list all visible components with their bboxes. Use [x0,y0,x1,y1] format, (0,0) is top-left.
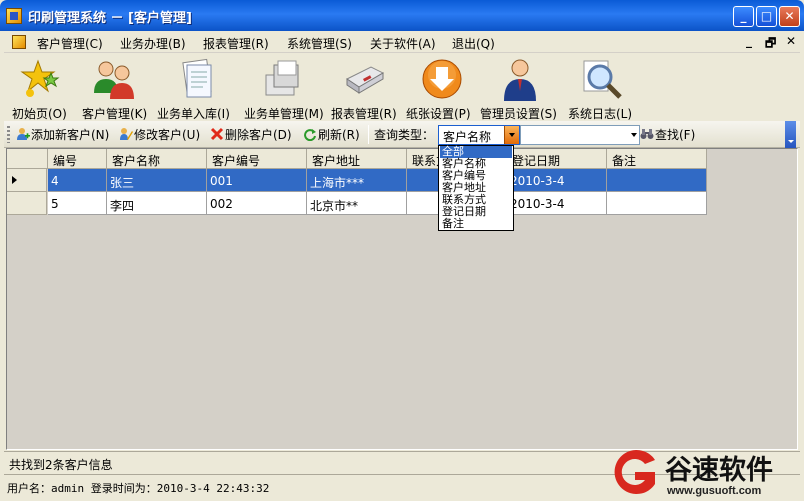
watermark-logo-icon [614,450,655,494]
table-cell[interactable]: 张三 [107,169,207,192]
watermark: 谷速软件 www.gusuoft.com [607,444,804,501]
window-title: 印刷管理系统 － [客户管理] [28,11,192,26]
current-row-icon [12,176,17,184]
binoculars-icon [640,129,654,139]
maximize-button[interactable]: □ [756,6,777,27]
row-header[interactable] [7,169,47,192]
chevron-down-icon[interactable] [504,126,519,144]
admin-icon [504,59,536,101]
column-header[interactable]: 登记日期 [507,149,607,169]
refresh-button[interactable]: 刷新(R) [303,126,360,143]
find-label: 查找(F) [655,128,696,142]
mdi-minimize-button[interactable]: _ [746,34,752,48]
printer-icon [346,66,385,94]
app-icon [6,8,22,24]
mdi-child-icon [12,35,26,49]
table-cell[interactable]: 001 [207,169,307,192]
table-cell[interactable]: 002 [207,192,307,215]
download-icon [422,59,462,99]
menu-bar: 客户管理(C) 业务办理(B) 报表管理(R) 系统管理(S) 关于软件(A) … [4,31,800,53]
table-cell[interactable] [607,169,707,192]
query-value-input[interactable] [520,125,640,145]
users-icon [94,61,134,99]
stars-icon [20,59,60,97]
watermark-text: 谷速软件 [665,455,773,486]
edit-customer-button[interactable]: 修改客户(U) [119,126,200,143]
menu-reports[interactable]: 报表管理(R) [203,35,269,52]
close-button[interactable]: ✕ [779,6,800,27]
watermark-url: www.gusuoft.com [667,485,762,497]
dropdown-option[interactable]: 备注 [440,218,512,230]
mdi-restore-button[interactable]: 🗗 [765,34,776,55]
minimize-button[interactable]: _ [733,6,754,27]
table-cell[interactable]: 5 [48,192,107,215]
order-entry-label: 业务单入库(I) [157,107,230,121]
toolbar-separator [368,125,369,144]
main-toolbar: 初始页(O) 客户管理(K) 业务单入库(I) 业务单管理(M) 报表管理(R)… [4,53,800,121]
system-log-label: 系统日志(L) [568,107,633,121]
query-value-dropdown-icon[interactable] [631,133,637,137]
edit-customer-label: 修改客户(U) [134,128,201,142]
title-bar: 印刷管理系统 － [客户管理] _ □ ✕ [0,0,804,31]
column-header[interactable]: 客户编号 [207,149,307,169]
delete-customer-label: 删除客户(D) [225,128,292,142]
documents-icon [182,58,212,98]
toolbar-overflow-button[interactable] [785,121,796,148]
menu-about[interactable]: 关于软件(A) [370,35,436,52]
menu-business[interactable]: 业务办理(B) [120,35,186,52]
refresh-label: 刷新(R) [318,128,360,142]
edit-icon [120,128,133,140]
customer-manage-label: 客户管理(K) [82,107,148,121]
column-header[interactable]: 客户名称 [107,149,207,169]
query-type-value: 客户名称 [443,130,492,144]
table-cell[interactable]: 2010-3-4 [507,169,607,192]
query-type-select[interactable]: 客户名称 [438,125,520,145]
row-header-corner [7,149,48,169]
toolbar-grip[interactable] [7,126,10,143]
table-cell[interactable] [607,192,707,215]
refresh-icon [304,129,316,141]
admin-settings-label: 管理员设置(S) [480,107,557,121]
paper-settings-label: 纸张设置(P) [406,107,471,121]
customer-table: 编号 客户名称 客户编号 客户地址 联系方式 登记日期 备注 4 张三 001 … [6,148,798,450]
column-header[interactable]: 编号 [48,149,107,169]
query-type-dropdown-list: 全部 客户名称 客户编号 客户地址 联系方式 登记日期 备注 [438,145,514,231]
report-manage-label: 报表管理(R) [331,107,397,121]
find-button[interactable]: 查找(F) [640,126,695,143]
menu-exit[interactable]: 退出(Q) [452,35,495,52]
menu-system[interactable]: 系统管理(S) [287,35,352,52]
table-cell[interactable]: 北京市** [307,192,407,215]
add-customer-button[interactable]: 添加新客户(N) [16,126,109,143]
order-manage-label: 业务单管理(M) [244,107,324,121]
magnifier-icon [583,60,622,99]
table-cell[interactable]: 上海市*** [307,169,407,192]
mdi-close-button[interactable]: ✕ [786,34,796,48]
column-header[interactable]: 客户地址 [307,149,407,169]
pages-icon [265,60,299,96]
home-label: 初始页(O) [12,107,67,121]
menu-customer[interactable]: 客户管理(C) [37,35,103,52]
add-user-icon [17,128,30,140]
row-header[interactable] [7,192,47,215]
query-type-label: 查询类型： [374,128,435,142]
result-count-text: 共找到2条客户信息 [9,458,113,472]
delete-icon [210,127,224,141]
table-cell[interactable]: 4 [48,169,107,192]
table-cell[interactable]: 李四 [107,192,207,215]
column-header[interactable]: 备注 [607,149,707,169]
user-info-text: 用户名：admin 登录时间为：2010-3-4 22:43:32 [7,482,270,495]
table-cell[interactable]: 2010-3-4 [507,192,607,215]
delete-customer-button[interactable]: 删除客户(D) [210,126,292,143]
action-toolbar: 添加新客户(N) 修改客户(U) 删除客户(D) 刷新(R) 查询类型： 客户名… [4,121,800,148]
add-customer-label: 添加新客户(N) [31,128,110,142]
